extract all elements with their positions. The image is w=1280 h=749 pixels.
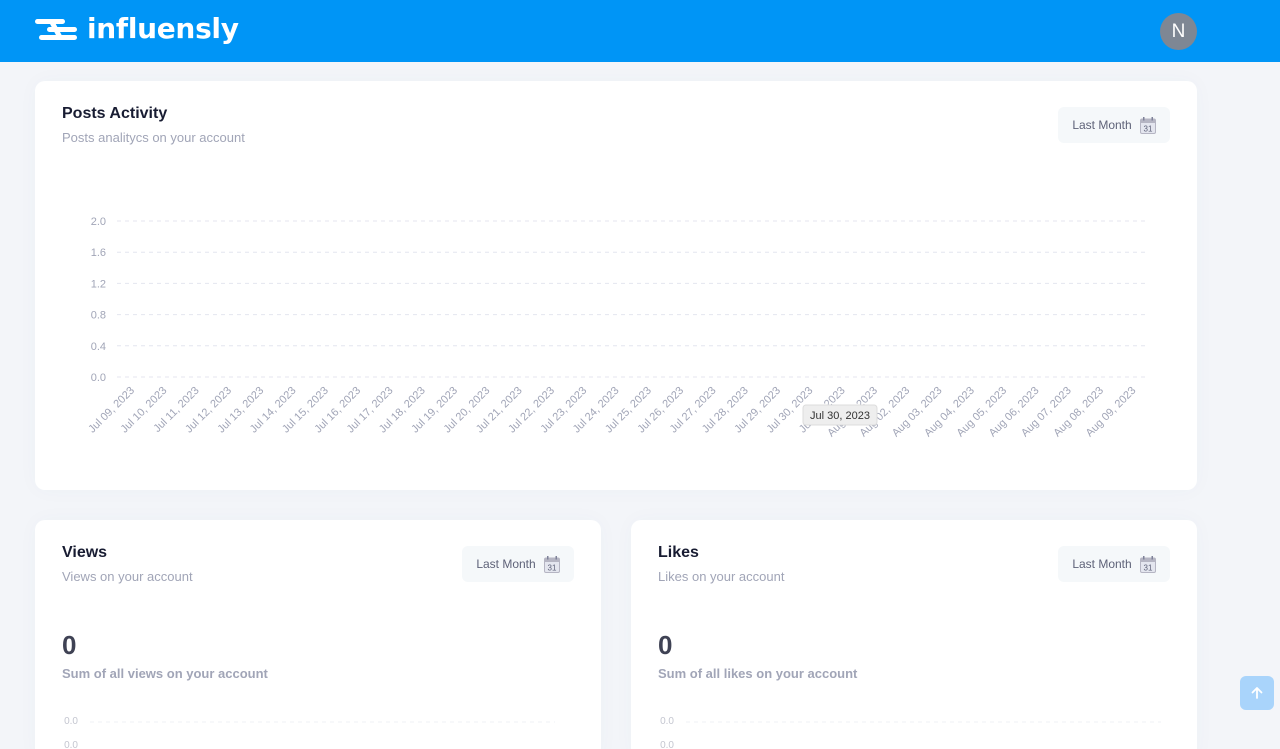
posts-card-subtitle: Posts analitycs on your account [62,130,245,145]
brand-name: influensly [87,12,239,45]
posts-activity-card: Posts Activity Posts analitycs on your a… [35,81,1197,490]
y-tick-label: 0.8 [91,310,106,322]
views-total-caption: Sum of all views on your account [62,666,268,681]
posts-activity-chart[interactable]: 0.00.40.81.21.62.0 Jul 09, 2023Jul 10, 2… [35,201,1197,501]
views-total: 0 [62,630,77,660]
calendar-day: 31 [1143,124,1152,133]
views-card-subtitle: Views on your account [62,569,193,584]
range-label: Last Month [1072,118,1132,132]
y-tick-label: 0.0 [91,372,106,384]
views-card-title: Views [62,544,108,561]
tooltip-label: Jul 30, 2023 [810,410,870,422]
views-mini-chart: 0.0 0.0 [64,716,555,749]
likes-card-title: Likes [658,544,699,561]
views-range-button[interactable]: Last Month 31 [462,546,574,582]
posts-range-button[interactable]: Last Month 31 [1058,107,1170,143]
scroll-top-button[interactable] [1240,676,1274,710]
y-tick-label: 2.0 [91,216,106,228]
logo-icon [35,18,77,40]
calendar-icon: 31 [543,555,560,573]
calendar-day: 31 [1143,563,1152,572]
calendar-icon: 31 [1139,555,1156,573]
likes-total: 0 [658,630,673,660]
y-tick-label: 0.0 [64,740,78,749]
y-tick-label: 1.6 [91,247,106,259]
likes-card: Likes Likes on your account Last Month 3… [631,520,1197,749]
y-tick-label: 1.2 [91,278,106,290]
views-card: Views Views on your account Last Month 3… [35,520,601,749]
chart-tooltip: Jul 30, 2023 [802,404,878,426]
brand-logo[interactable]: influensly [35,12,239,45]
y-tick-label: 0.4 [91,341,106,353]
range-label: Last Month [1072,557,1132,571]
likes-total-caption: Sum of all likes on your account [658,666,858,681]
posts-card-title: Posts Activity [62,105,168,122]
y-tick-label: 0.0 [660,740,674,749]
y-tick-label: 0.0 [660,716,674,727]
calendar-day: 31 [547,563,556,572]
top-navbar: influensly N [0,0,1280,62]
range-label: Last Month [476,557,536,571]
calendar-icon: 31 [1139,116,1156,134]
likes-range-button[interactable]: Last Month 31 [1058,546,1170,582]
user-avatar[interactable]: N [1160,13,1197,50]
arrow-up-icon [1251,687,1263,699]
likes-mini-chart: 0.0 0.0 [660,716,1161,749]
y-tick-label: 0.0 [64,716,78,727]
likes-card-subtitle: Likes on your account [658,569,785,584]
